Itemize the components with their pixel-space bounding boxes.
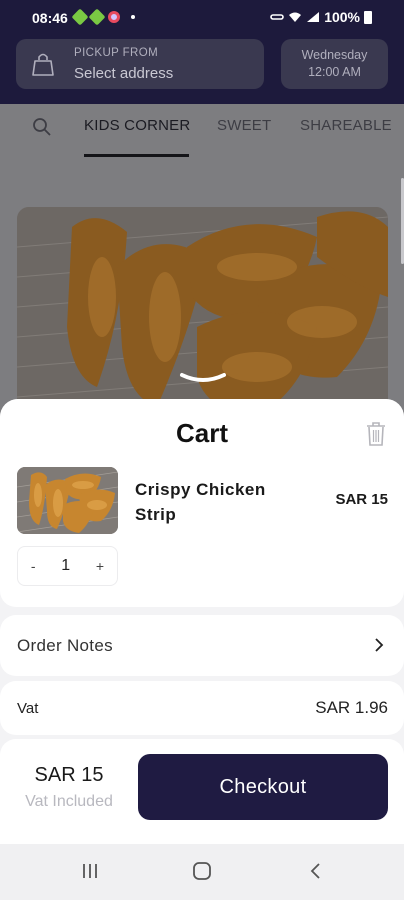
more-notifications-icon xyxy=(131,15,135,19)
cart-card: Cart Crispy Chicken Strip SAR 15 - 1 + xyxy=(0,399,404,607)
cart-item-name: Crispy Chicken Strip xyxy=(135,480,266,524)
tab-shareable[interactable]: SHAREABLE xyxy=(300,117,392,134)
cart-item-thumbnail xyxy=(17,467,118,534)
cart-total: SAR 15 xyxy=(34,764,104,786)
pickup-address-selector[interactable]: PICKUP FROM Select address xyxy=(16,39,264,89)
signal-icon xyxy=(307,12,320,22)
pickup-time-selector[interactable]: Wednesday 12:00 AM xyxy=(281,39,388,89)
link-icon xyxy=(270,14,284,20)
home-icon[interactable] xyxy=(192,862,212,880)
order-notes-row[interactable]: Order Notes xyxy=(0,615,404,676)
checkout-button[interactable]: Checkout xyxy=(138,754,388,820)
bag-icon xyxy=(32,53,54,76)
cart-title: Cart xyxy=(175,418,228,448)
vat-row: Vat SAR 1.96 xyxy=(0,681,404,735)
vat-value: SAR 1.96 xyxy=(315,698,388,717)
checkout-bar: SAR 15 Vat Included Checkout xyxy=(0,739,404,844)
app-header: PICKUP FROM Select address Wednesday 12:… xyxy=(0,34,404,104)
status-bar: 08:46 100% xyxy=(0,0,404,34)
app-notification-icon xyxy=(108,11,120,23)
chevron-down-icon[interactable] xyxy=(178,371,228,385)
tab-sweet[interactable]: SWEET xyxy=(217,117,271,134)
pickup-day: Wednesday xyxy=(301,48,368,62)
system-navigation-bar xyxy=(0,844,404,900)
category-tabs: KIDS CORNER SWEET SHAREABLE xyxy=(0,104,404,160)
quantity-stepper: - 1 + xyxy=(17,546,118,586)
vat-label: Vat xyxy=(17,700,39,717)
battery-percent: 100% xyxy=(324,9,360,25)
pickup-time: 12:00 AM xyxy=(308,65,361,79)
active-tab-indicator xyxy=(84,154,189,157)
pickup-address: Select address xyxy=(74,65,174,82)
app-notification-icon xyxy=(71,8,89,26)
tab-kids-corner[interactable]: KIDS CORNER xyxy=(84,117,190,134)
notification-icons xyxy=(71,8,135,26)
product-image xyxy=(17,207,388,417)
order-notes-label: Order Notes xyxy=(17,636,113,655)
pickup-label: PICKUP FROM xyxy=(74,47,159,59)
wifi-icon xyxy=(289,12,302,22)
quantity-value: 1 xyxy=(61,557,71,574)
battery-icon xyxy=(364,10,372,24)
decrease-quantity-button[interactable]: - xyxy=(31,558,36,574)
chevron-right-icon xyxy=(375,638,384,652)
recents-icon[interactable] xyxy=(80,862,100,880)
cart-item-price: SAR 15 xyxy=(335,491,388,508)
system-status: 100% xyxy=(270,9,372,25)
status-time: 08:46 xyxy=(32,10,68,26)
increase-quantity-button[interactable]: + xyxy=(96,558,104,574)
back-icon[interactable] xyxy=(308,862,322,880)
vat-included-note: Vat Included xyxy=(25,793,113,810)
search-icon[interactable] xyxy=(32,117,52,137)
trash-icon[interactable] xyxy=(365,421,387,447)
app-notification-icon xyxy=(88,8,106,26)
